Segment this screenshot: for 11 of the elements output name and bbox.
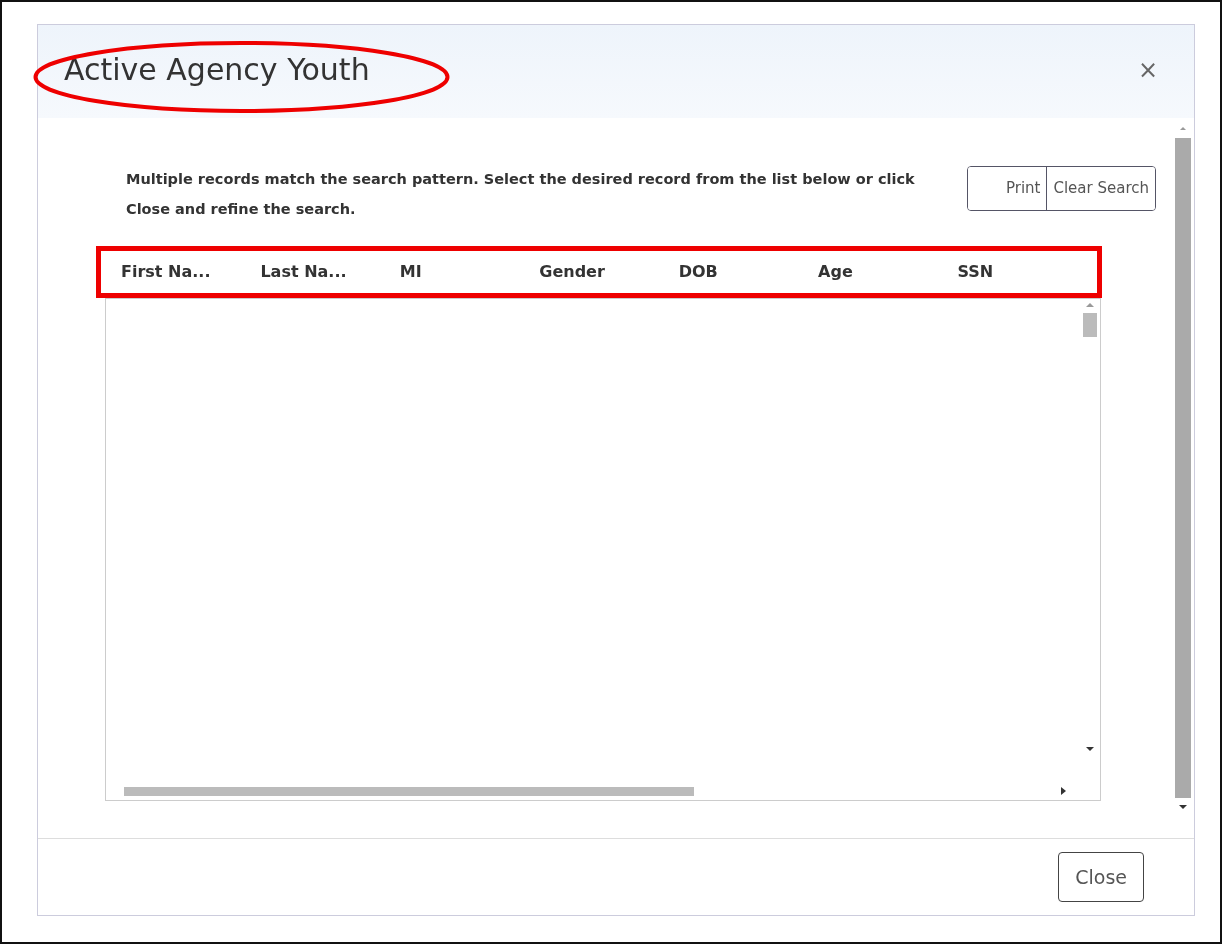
column-header[interactable]: MI (399, 260, 540, 285)
dialog-title: Active Agency Youth (64, 51, 370, 88)
column-header[interactable]: Age (818, 260, 958, 285)
column-header[interactable]: DOB (678, 260, 819, 285)
column-header[interactable]: Last Na... (260, 260, 400, 285)
instruction-text: Multiple records match the search pattern. Select the desired record from the list below or click Close and refine the search. (126, 170, 916, 220)
clear-search-button[interactable]: Clear Search (1046, 167, 1155, 210)
close-button[interactable]: Close (1058, 851, 1144, 903)
column-header[interactable]: Gender (539, 260, 679, 285)
column-header[interactable]: First Na... (121, 260, 261, 285)
column-header[interactable]: SSN (957, 260, 1097, 285)
